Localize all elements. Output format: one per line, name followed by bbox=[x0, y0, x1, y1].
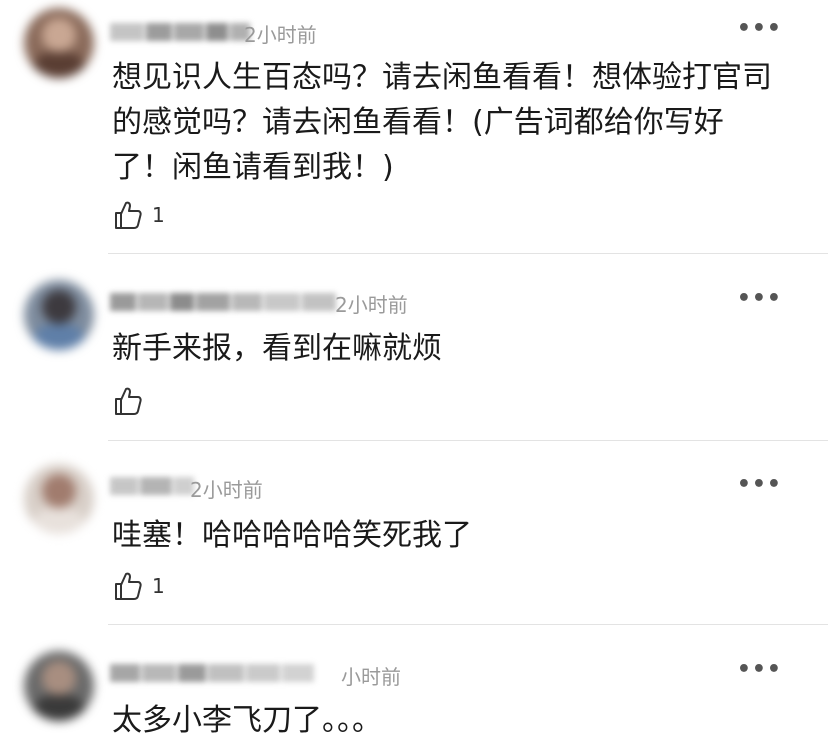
comment-item: 小时前 ••• 太多小李飞刀了。。。 bbox=[0, 625, 828, 750]
username-blurred[interactable] bbox=[110, 19, 250, 45]
comment-item: 2小时前 ••• 新手来报，看到在嘛就烦 bbox=[0, 254, 828, 441]
like-button[interactable] bbox=[112, 385, 152, 417]
username-blurred[interactable] bbox=[110, 473, 194, 499]
comment-time: 2小时前 bbox=[335, 293, 408, 317]
more-options-button[interactable]: ••• bbox=[737, 657, 782, 682]
comment-text: 新手来报，看到在嘛就烦 bbox=[112, 331, 442, 366]
comment-text: 想见识人生百态吗？请去闲鱼看看！想体验打官司的感觉吗？请去闲鱼看看！(广告词都给… bbox=[112, 60, 772, 185]
more-options-button[interactable]: ••• bbox=[737, 16, 782, 41]
username-blurred[interactable] bbox=[110, 660, 314, 686]
thumbs-up-icon bbox=[115, 201, 142, 229]
like-count: 1 bbox=[152, 203, 165, 227]
avatar[interactable] bbox=[24, 280, 94, 350]
comment-text: 太多小李飞刀了。。。 bbox=[112, 703, 382, 738]
username-blurred[interactable] bbox=[110, 289, 336, 315]
comment-item: 2小时前 ••• 哇塞！哈哈哈哈哈笑死我了 1 bbox=[0, 440, 828, 625]
avatar[interactable] bbox=[24, 651, 94, 721]
like-count: 1 bbox=[152, 574, 165, 598]
avatar[interactable] bbox=[24, 8, 94, 78]
like-button[interactable]: 1 bbox=[112, 570, 165, 602]
comment-time: 2小时前 bbox=[190, 478, 263, 502]
comment-time: 2小时前 bbox=[244, 23, 317, 47]
more-options-button[interactable]: ••• bbox=[737, 286, 782, 311]
like-button[interactable]: 1 bbox=[112, 199, 165, 231]
comment-text: 哇塞！哈哈哈哈哈笑死我了 bbox=[112, 518, 472, 553]
thumbs-up-icon bbox=[115, 387, 142, 415]
thumbs-up-icon bbox=[115, 572, 142, 600]
more-options-button[interactable]: ••• bbox=[737, 472, 782, 497]
comment-time: 小时前 bbox=[341, 665, 401, 689]
avatar[interactable] bbox=[24, 464, 94, 534]
comment-item: 2小时前 ••• 想见识人生百态吗？请去闲鱼看看！想体验打官司的感觉吗？请去闲鱼… bbox=[0, 0, 828, 254]
